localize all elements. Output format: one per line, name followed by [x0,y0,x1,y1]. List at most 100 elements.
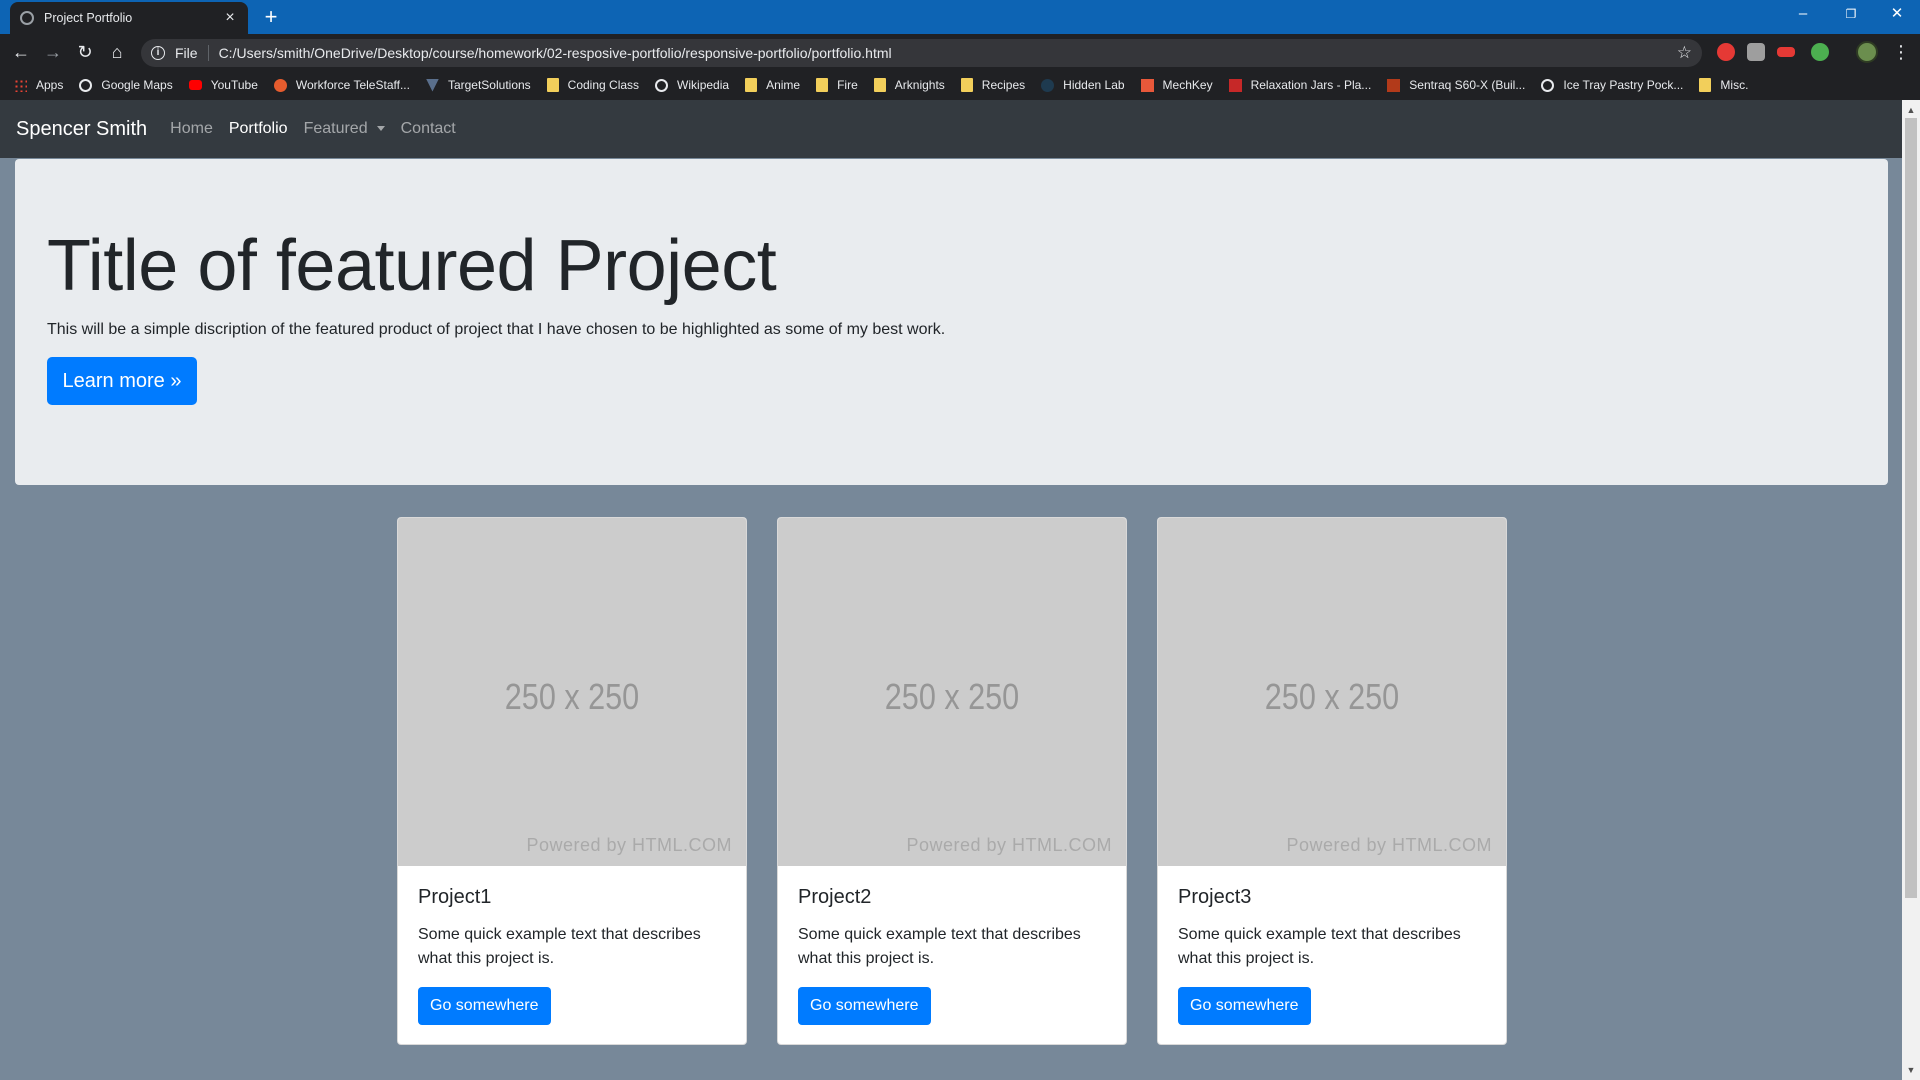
project-card: 250 x 250 Powered by HTML.COM Project2 S… [777,517,1127,1045]
bookmarks-bar: Apps Google Maps YouTube Workforce TeleS… [0,70,1920,100]
bookmark-label: Workforce TeleStaff... [295,78,410,92]
page-favicon-icon [20,11,34,25]
bookmark-youtube[interactable]: YouTube [188,78,258,92]
card-text: Some quick example text that describes w… [798,926,1081,967]
nav-featured-label: Featured [303,120,368,137]
bookmark-label: Coding Class [567,78,640,92]
relaxation-icon [1228,78,1242,92]
caret-down-icon [376,126,385,132]
go-somewhere-button[interactable]: Go somewhere [1178,987,1311,1025]
bookmark-label: MechKey [1162,78,1213,92]
scroll-up-arrow-icon[interactable]: ▲ [1902,102,1920,118]
folder-icon [745,78,758,92]
extension-video-icon[interactable] [1777,47,1795,57]
browser-tab[interactable]: Project Portfolio × [10,2,248,34]
card-title: Project3 [1178,886,1252,908]
bookmark-label: Wikipedia [677,78,730,92]
tab-title: Project Portfolio [44,11,133,25]
image-credit-text: Powered by HTML.COM [526,835,732,855]
bookmark-mechkey[interactable]: MechKey [1140,78,1213,92]
forward-arrow-icon[interactable]: → [40,39,66,65]
globe-icon [1541,78,1555,92]
card-body: Project3 Some quick example text that de… [1178,866,1486,1025]
folder-icon [816,78,829,92]
nav-contact[interactable]: Contact [401,120,456,138]
image-dimensions-text: 250 x 250 [504,676,640,717]
nav-home[interactable]: Home [170,120,213,138]
close-window-button[interactable]: ✕ [1874,0,1920,30]
bookmark-misc[interactable]: Misc. [1699,78,1748,92]
scroll-down-arrow-icon[interactable]: ▼ [1902,1062,1920,1078]
folder-icon [1699,78,1712,92]
browser-menu-icon[interactable]: ⋮ [1892,39,1910,65]
sentraq-icon [1387,78,1401,92]
site-info-icon[interactable]: i [151,46,165,60]
card-body: Project1 Some quick example text that de… [418,866,726,1025]
bookmark-label: Ice Tray Pastry Pock... [1563,78,1684,92]
bookmark-ice-tray[interactable]: Ice Tray Pastry Pock... [1541,78,1683,92]
project-card: 250 x 250 Powered by HTML.COM Project3 S… [1157,517,1507,1045]
site-navbar: Spencer Smith Home Portfolio Featured Co… [0,100,1902,158]
learn-more-button[interactable]: Learn more » [47,357,197,405]
bookmark-label: TargetSolutions [447,78,531,92]
bookmark-label: Anime [766,78,801,92]
folder-icon [546,78,559,92]
image-credit-text: Powered by HTML.COM [906,835,1112,855]
mechkey-icon [1140,78,1154,92]
hiddenlab-icon [1041,78,1055,92]
page-scrollbar[interactable]: ▲ ▼ [1902,100,1920,1080]
bookmark-label: Recipes [981,78,1026,92]
tab-close-button[interactable]: × [222,9,238,27]
bookmark-targetsolutions[interactable]: TargetSolutions [425,78,531,92]
bookmark-coding-class[interactable]: Coding Class [546,78,640,92]
profile-avatar[interactable] [1856,41,1878,63]
bookmark-fire[interactable]: Fire [816,78,858,92]
bookmark-anime[interactable]: Anime [745,78,800,92]
bookmark-recipes[interactable]: Recipes [960,78,1026,92]
nav-portfolio[interactable]: Portfolio [229,120,288,138]
go-somewhere-button[interactable]: Go somewhere [418,987,551,1025]
bookmark-star-icon[interactable]: ☆ [1677,43,1692,63]
go-somewhere-button[interactable]: Go somewhere [798,987,931,1025]
project-card: 250 x 250 Powered by HTML.COM Project1 S… [397,517,747,1045]
globe-icon [79,78,93,92]
nav-featured-dropdown[interactable]: Featured [304,120,385,138]
restore-button[interactable]: ❐ [1828,0,1874,30]
new-tab-button[interactable]: + [258,4,284,30]
site-brand[interactable]: Spencer Smith [16,118,147,141]
bookmark-relaxation-jars[interactable]: Relaxation Jars - Pla... [1228,78,1372,92]
address-bar[interactable]: i File C:/Users/smith/OneDrive/Desktop/c… [141,39,1702,67]
card-title: Project2 [798,886,872,908]
bookmark-hidden-lab[interactable]: Hidden Lab [1041,78,1125,92]
bookmark-label: Apps [36,78,64,92]
bookmark-telestaff[interactable]: Workforce TeleStaff... [273,78,410,92]
bookmark-google-maps[interactable]: Google Maps [79,78,173,92]
extension-adblock-icon[interactable] [1717,43,1735,61]
card-body: Project2 Some quick example text that de… [798,866,1106,1025]
address-scheme: File [175,45,198,61]
bookmark-label: Relaxation Jars - Pla... [1250,78,1372,92]
back-arrow-icon[interactable]: ← [8,39,34,65]
bookmark-arknights[interactable]: Arknights [873,78,945,92]
extension-screen-icon[interactable] [1747,43,1765,61]
folder-icon [873,78,886,92]
bookmark-sentraq[interactable]: Sentraq S60-X (Buil... [1387,78,1525,92]
bookmark-label: Arknights [894,78,945,92]
featured-jumbotron: Title of featured Project This will be a… [15,159,1888,485]
tab-strip: Project Portfolio × + – ❐ ✕ [0,0,1920,34]
bookmark-apps[interactable]: Apps [14,78,63,92]
page-viewport: Spencer Smith Home Portfolio Featured Co… [0,100,1902,1080]
card-text: Some quick example text that describes w… [1178,926,1461,967]
card-text: Some quick example text that describes w… [418,926,701,967]
scrollbar-thumb[interactable] [1905,118,1917,898]
minimize-button[interactable]: – [1780,0,1826,30]
extension-w-icon[interactable] [1811,43,1829,61]
card-title: Project1 [418,886,492,908]
image-credit-text: Powered by HTML.COM [1286,835,1492,855]
reload-icon[interactable]: ↻ [72,39,98,65]
bookmark-wikipedia[interactable]: Wikipedia [655,78,729,92]
address-url[interactable]: C:/Users/smith/OneDrive/Desktop/course/h… [219,45,1677,61]
folder-icon [960,78,973,92]
address-separator [207,45,209,61]
home-icon[interactable]: ⌂ [104,39,130,65]
